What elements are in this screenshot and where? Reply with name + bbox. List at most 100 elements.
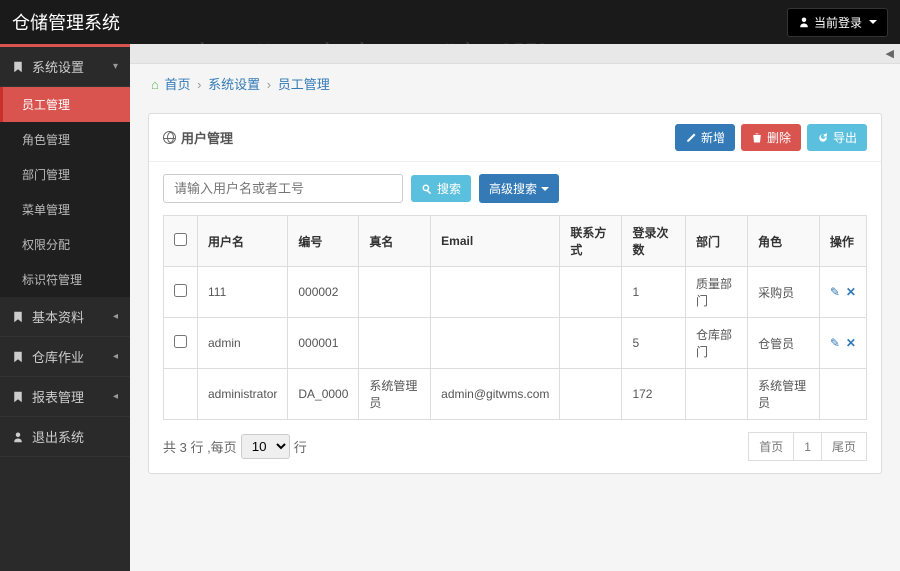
- cell-dept: 质量部门: [686, 267, 748, 318]
- pager-first[interactable]: 首页: [748, 432, 794, 461]
- col-role: 角色: [748, 216, 820, 267]
- search-icon: [421, 183, 433, 195]
- cell-email: [431, 267, 560, 318]
- breadcrumb-l2[interactable]: 员工管理: [278, 77, 330, 92]
- row-checkbox[interactable]: [174, 335, 187, 348]
- table-row: administratorDA_0000系统管理员admin@gitwms.co…: [164, 369, 867, 420]
- chevron-down-icon: ▾: [113, 61, 118, 72]
- nav-item-departments[interactable]: 部门管理: [0, 157, 130, 192]
- cell-op: ✎✕: [819, 267, 866, 318]
- bookmark-icon: [12, 351, 24, 363]
- pencil-icon: [685, 132, 697, 144]
- cell-dept: [686, 369, 748, 420]
- panel-title: 用户管理: [163, 128, 233, 147]
- home-icon: ⌂: [151, 77, 159, 92]
- col-username: 用户名: [198, 216, 288, 267]
- cell-realname: [359, 318, 431, 369]
- cell-op: [819, 369, 866, 420]
- nav-logout[interactable]: 退出系统: [0, 417, 130, 457]
- nav-item-menus[interactable]: 菜单管理: [0, 192, 130, 227]
- sidebar-collapse-toggle[interactable]: ◀: [130, 44, 900, 64]
- pagesize-select[interactable]: 10: [241, 434, 290, 459]
- cell-code: 000001: [288, 318, 359, 369]
- nav-group-reports[interactable]: 报表管理 ◂: [0, 377, 130, 417]
- cell-email: [431, 318, 560, 369]
- nav-item-staff[interactable]: 员工管理: [0, 87, 130, 122]
- main-content: ⌂ 首页 › 系统设置 › 员工管理 用户管理 新增: [130, 64, 900, 571]
- nav-logout-label: 退出系统: [32, 427, 84, 446]
- search-button[interactable]: 搜索: [411, 175, 471, 202]
- col-code: 编号: [288, 216, 359, 267]
- cell-op: ✎✕: [819, 318, 866, 369]
- cell-dept: 仓库部门: [686, 318, 748, 369]
- nav-group-system-settings[interactable]: 系统设置 ▾: [0, 47, 130, 87]
- col-dept: 部门: [686, 216, 748, 267]
- user-table: 用户名 编号 真名 Email 联系方式 登录次数 部门 角色 操作 11100…: [163, 215, 867, 420]
- cell-realname: 系统管理员: [359, 369, 431, 420]
- col-email: Email: [431, 216, 560, 267]
- sidebar: 系统设置 ▾ 员工管理 角色管理 部门管理 菜单管理 权限分配 标识符管理 基本…: [0, 44, 130, 571]
- user-icon: [798, 16, 810, 28]
- nav-item-roles[interactable]: 角色管理: [0, 122, 130, 157]
- refresh-icon: [817, 132, 829, 144]
- advanced-search-button[interactable]: 高级搜索: [479, 174, 559, 203]
- cell-email: admin@gitwms.com: [431, 369, 560, 420]
- login-label: 当前登录: [814, 14, 862, 31]
- pager-last[interactable]: 尾页: [822, 432, 867, 461]
- cell-username: admin: [198, 318, 288, 369]
- cell-role: 采购员: [748, 267, 820, 318]
- chevron-left-icon: ◂: [113, 351, 118, 362]
- delete-icon[interactable]: ✕: [846, 285, 856, 299]
- breadcrumb-home[interactable]: 首页: [164, 77, 190, 92]
- cell-logins: 172: [622, 369, 686, 420]
- edit-icon[interactable]: ✎: [830, 336, 840, 350]
- chevron-left-icon: ◂: [113, 391, 118, 402]
- trash-icon: [751, 132, 763, 144]
- table-row: 1110000021质量部门采购员✎✕: [164, 267, 867, 318]
- chevron-left-icon: ◂: [113, 311, 118, 322]
- delete-button[interactable]: 删除: [741, 124, 801, 151]
- current-login-button[interactable]: 当前登录: [787, 8, 888, 37]
- nav-item-permissions[interactable]: 权限分配: [0, 227, 130, 262]
- bookmark-icon: [12, 391, 24, 403]
- nav-item-identifiers[interactable]: 标识符管理: [0, 262, 130, 297]
- bookmark-icon: [12, 61, 24, 73]
- cell-username: administrator: [198, 369, 288, 420]
- row-checkbox[interactable]: [174, 284, 187, 297]
- cell-logins: 1: [622, 267, 686, 318]
- search-input[interactable]: [163, 174, 403, 203]
- select-all-checkbox[interactable]: [174, 233, 187, 246]
- col-realname: 真名: [359, 216, 431, 267]
- cell-logins: 5: [622, 318, 686, 369]
- col-logins: 登录次数: [622, 216, 686, 267]
- nav-group-warehouse-ops[interactable]: 仓库作业 ◂: [0, 337, 130, 377]
- cell-contact: [560, 267, 622, 318]
- chevron-down-icon: [869, 20, 877, 24]
- cell-role: 系统管理员: [748, 369, 820, 420]
- cell-role: 仓管员: [748, 318, 820, 369]
- cell-realname: [359, 267, 431, 318]
- cell-contact: [560, 318, 622, 369]
- app-brand: 仓储管理系统: [12, 9, 120, 35]
- user-icon: [12, 431, 24, 443]
- breadcrumb-l1[interactable]: 系统设置: [208, 77, 260, 92]
- nav-group-label: 系统设置: [32, 57, 84, 76]
- add-button[interactable]: 新增: [675, 124, 735, 151]
- export-button[interactable]: 导出: [807, 124, 867, 151]
- breadcrumb: ⌂ 首页 › 系统设置 › 员工管理: [130, 64, 900, 103]
- cell-username: 111: [198, 267, 288, 318]
- delete-icon[interactable]: ✕: [846, 336, 856, 350]
- nav-group-label: 基本资料: [32, 307, 84, 326]
- chevron-down-icon: [541, 187, 549, 191]
- cell-code: DA_0000: [288, 369, 359, 420]
- nav-group-label: 报表管理: [32, 387, 84, 406]
- pager-info: 共 3 行 ,每页 10 行: [163, 434, 307, 459]
- edit-icon[interactable]: ✎: [830, 285, 840, 299]
- table-row: admin0000015仓库部门仓管员✎✕: [164, 318, 867, 369]
- nav-group-label: 仓库作业: [32, 347, 84, 366]
- nav-group-basic-info[interactable]: 基本资料 ◂: [0, 297, 130, 337]
- pager-page-1[interactable]: 1: [794, 432, 822, 461]
- cell-contact: [560, 369, 622, 420]
- col-contact: 联系方式: [560, 216, 622, 267]
- bookmark-icon: [12, 311, 24, 323]
